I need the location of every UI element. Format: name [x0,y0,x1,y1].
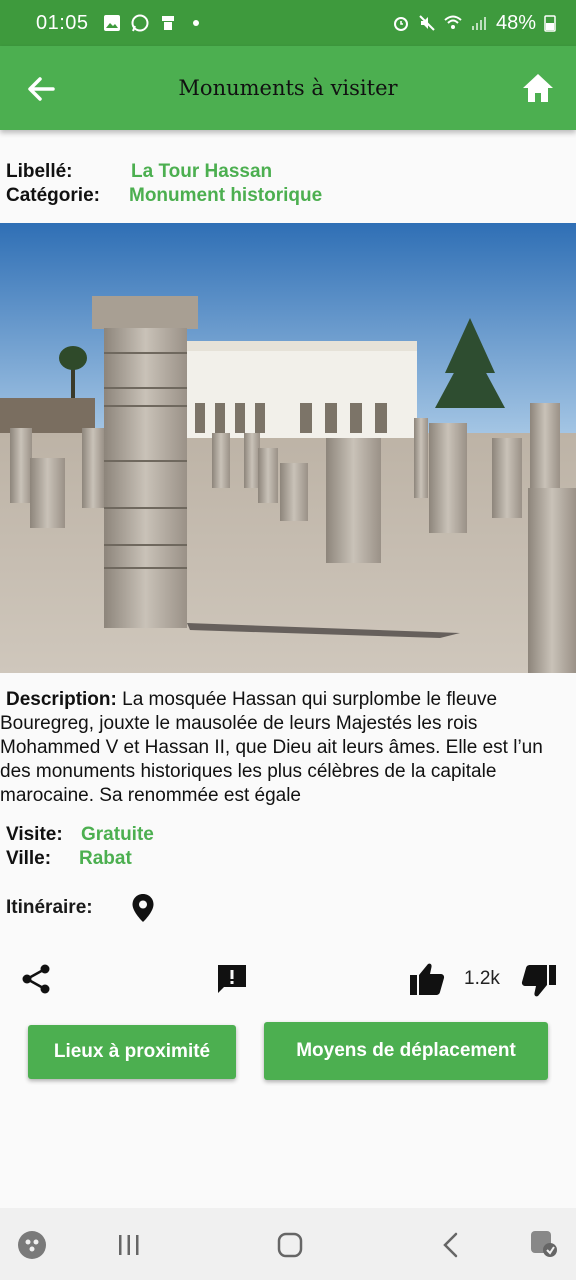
description: Description: La mosquée Hassan qui surpl… [0,688,570,808]
name-row: Libellé: La Tour Hassan [6,161,272,183]
system-nav-bar [0,1208,576,1280]
home-nav-icon[interactable] [277,1232,303,1258]
transport-options-button[interactable]: Moyens de déplacement [264,1022,548,1080]
gallery-icon [103,15,120,31]
mute-icon [419,15,435,31]
description-label: Description: [6,689,117,710]
home-icon[interactable] [520,70,556,106]
category-value: Monument historique [129,185,323,206]
recent-apps-icon[interactable] [117,1233,141,1257]
visit-value: Gratuite [81,824,154,845]
page-title: Monuments à visiter [178,76,398,100]
app-bar: Monuments à visiter [0,46,576,130]
game-launcher-icon[interactable] [17,1230,47,1260]
signal-icon [471,17,486,30]
category-row: Catégorie: Monument historique [6,185,322,207]
accessibility-icon[interactable] [529,1229,559,1259]
visit-row: Visite: Gratuite [6,824,154,846]
location-pin-icon[interactable] [131,893,155,923]
whatsapp-icon [131,14,149,32]
city-label: Ville: [6,848,52,869]
report-icon[interactable] [216,963,248,995]
status-bar: 01:05 48% [0,0,576,46]
status-system-icons: 48% [392,12,556,35]
name-label: Libellé: [6,161,73,182]
thumb-down-icon[interactable] [521,964,557,998]
name-value: La Tour Hassan [131,161,273,182]
thumb-up-icon[interactable] [409,962,445,996]
city-row: Ville: Rabat [6,848,132,870]
visit-label: Visite: [6,824,63,845]
likes-count: 1.2k [464,968,500,989]
back-nav-icon[interactable] [441,1232,461,1258]
dot-icon [192,20,199,26]
alarm-icon [393,17,408,31]
share-icon[interactable] [21,963,51,995]
category-label: Catégorie: [6,185,100,206]
battery-percent: 48% [495,11,536,34]
battery-icon [544,15,556,32]
app-notification-icon [161,16,174,30]
status-time: 01:05 [36,11,89,34]
monument-photo [0,223,576,673]
city-value: Rabat [79,848,132,869]
wifi-icon [444,15,462,29]
arrow-back-icon[interactable] [24,72,58,106]
itinerary-label: Itinéraire: [6,897,93,918]
status-notification-icons [103,14,205,32]
nearby-places-button[interactable]: Lieux à proximité [28,1025,236,1079]
